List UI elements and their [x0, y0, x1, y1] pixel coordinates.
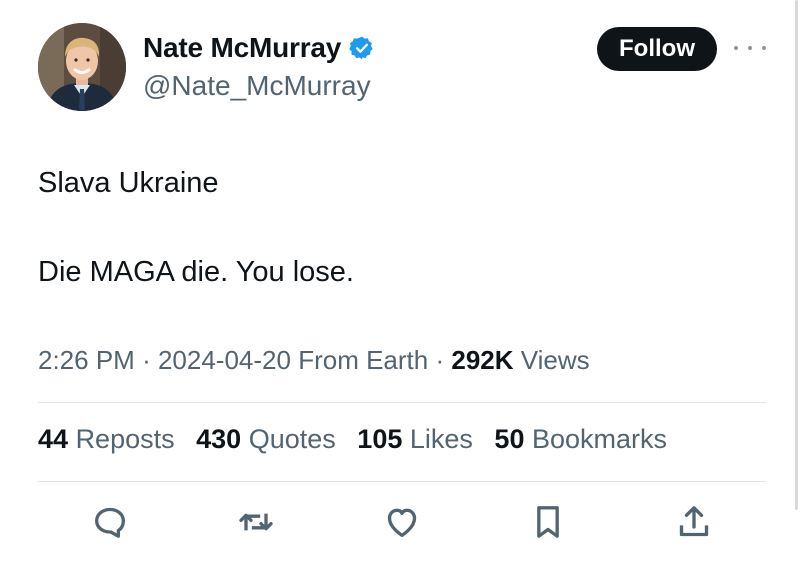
meta-separator: · — [142, 345, 151, 375]
reposts-stat[interactable]: 44 Reposts — [38, 424, 175, 454]
divider — [38, 402, 766, 403]
verified-badge-icon[interactable] — [349, 35, 375, 61]
author-name-row: Nate McMurray — [143, 32, 375, 64]
repost-icon[interactable] — [236, 502, 276, 542]
share-icon[interactable] — [674, 502, 714, 542]
like-icon[interactable] — [382, 502, 422, 542]
tweet-meta: 2:26 PM · 2024-04-20 From Earth · 292K V… — [38, 345, 590, 376]
avatar[interactable] — [38, 23, 126, 111]
quotes-count: 430 — [196, 424, 242, 454]
action-bar — [0, 502, 804, 542]
reposts-count: 44 — [38, 424, 69, 454]
tweet-text-line-1: Slava Ukraine — [38, 167, 219, 199]
likes-label: Likes — [409, 424, 473, 454]
quotes-label: Quotes — [248, 424, 336, 454]
more-horizontal-icon[interactable] — [734, 38, 766, 58]
tweet-date[interactable]: 2024-04-20 — [158, 345, 291, 375]
tweet-time[interactable]: 2:26 PM — [38, 345, 135, 375]
quotes-stat[interactable]: 430 Quotes — [196, 424, 336, 454]
tweet-text-line-2: Die MAGA die. You lose. — [38, 256, 354, 288]
tweet-source: From Earth — [298, 345, 429, 375]
views-count: 292K — [451, 345, 514, 375]
bookmark-icon[interactable] — [528, 502, 568, 542]
author-display-name[interactable]: Nate McMurray — [143, 32, 341, 64]
views-label: Views — [520, 345, 590, 375]
bookmarks-label: Bookmarks — [531, 424, 668, 454]
avatar-photo — [38, 23, 126, 111]
likes-stat[interactable]: 105 Likes — [357, 424, 473, 454]
reposts-label: Reposts — [75, 424, 175, 454]
reply-icon[interactable] — [90, 502, 130, 542]
bookmarks-stat[interactable]: 50 Bookmarks — [494, 424, 667, 454]
likes-count: 105 — [357, 424, 403, 454]
divider — [38, 481, 766, 482]
engagement-stats: 44 Reposts 430 Quotes 105 Likes 50 Bookm… — [38, 424, 681, 455]
author-handle[interactable]: @Nate_McMurray — [143, 70, 371, 102]
meta-separator: · — [435, 345, 445, 375]
scrollbar[interactable] — [795, 0, 798, 510]
bookmarks-count: 50 — [494, 424, 525, 454]
follow-button[interactable]: Follow — [597, 27, 717, 71]
